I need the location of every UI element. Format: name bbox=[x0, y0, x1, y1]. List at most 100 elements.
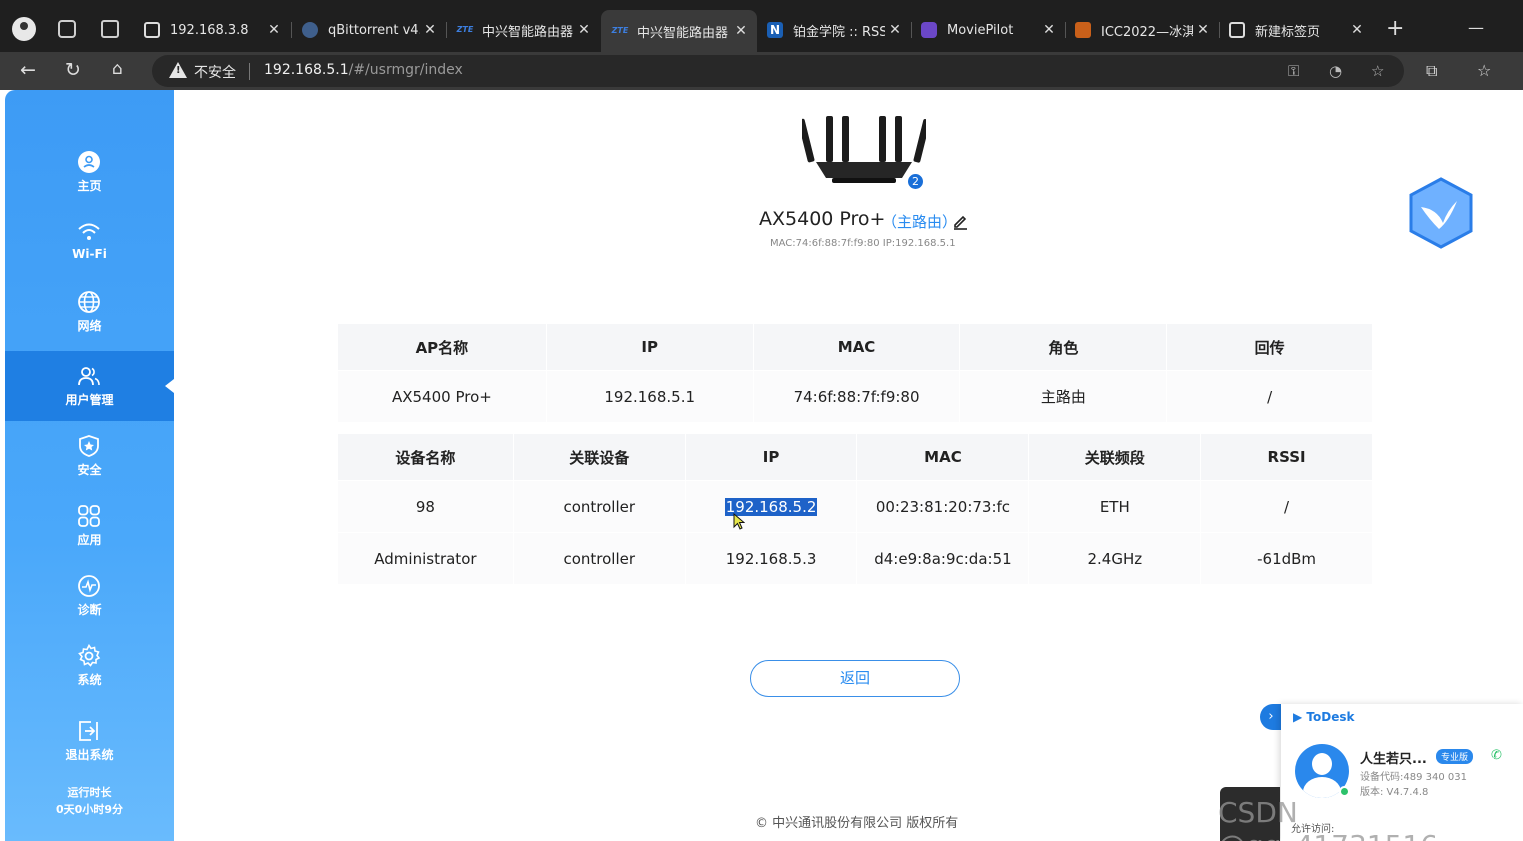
ap-backhaul-cell: / bbox=[1166, 370, 1373, 423]
address-bar[interactable]: 不安全 192.168.5.1/#/usrmgr/index ⚿ ◔ ☆ bbox=[152, 55, 1404, 87]
device-meta: MAC:74:6f:88:7f:f9:80 IP:192.168.5.1 bbox=[770, 238, 956, 249]
ap-table: AP名称 IP MAC 角色 回传 AX5400 Pro+ 192.168.5.… bbox=[337, 323, 1373, 423]
tab-title: 192.168.3.8 bbox=[170, 22, 249, 38]
sidebar-item-label: 系统 bbox=[77, 673, 102, 687]
close-icon[interactable]: ✕ bbox=[885, 22, 905, 38]
edit-icon[interactable] bbox=[952, 213, 969, 230]
ip-cell: 192.168.5.3 bbox=[684, 532, 858, 585]
csdn-watermark: CSDN @qq_41731516 bbox=[1218, 796, 1438, 841]
edge-refresh-icon[interactable]: ◔ bbox=[1329, 62, 1342, 80]
tab-title: MoviePilot bbox=[947, 22, 1014, 38]
new-tab-button[interactable]: + bbox=[1386, 16, 1404, 41]
col-header: IP bbox=[545, 323, 754, 371]
extensions-icon[interactable]: ⧉ bbox=[1426, 61, 1437, 81]
qbittorrent-icon bbox=[302, 22, 318, 38]
sidebar-item-user-management[interactable]: 用户管理 bbox=[5, 351, 174, 421]
sidebar-item-system[interactable]: 系统 bbox=[5, 631, 174, 701]
close-icon[interactable]: ✕ bbox=[1193, 22, 1213, 38]
refresh-icon[interactable]: ↻ bbox=[65, 59, 81, 81]
home-nav-icon[interactable]: ⌂ bbox=[112, 59, 123, 79]
browser-tab-strip: 192.168.3.8 ✕ qBittorrent v4.5. ✕ ZTE 中兴… bbox=[0, 0, 1523, 52]
sidebar-item-security[interactable]: 安全 bbox=[5, 421, 174, 491]
rssi-cell: -61dBm bbox=[1200, 532, 1373, 585]
ap-role-cell: 主路由 bbox=[959, 370, 1168, 423]
col-header: AP名称 bbox=[337, 323, 547, 371]
sidebar-item-label: 退出系统 bbox=[65, 748, 114, 762]
workspaces-icon[interactable] bbox=[58, 20, 76, 38]
tab-6[interactable]: MoviePilot ✕ bbox=[911, 14, 1065, 46]
sidebar-item-wifi[interactable]: Wi-Fi bbox=[5, 207, 174, 277]
tab-4-active[interactable]: ZTE 中兴智能路由器 ✕ bbox=[601, 10, 757, 52]
users-icon bbox=[78, 367, 100, 386]
col-header: 关联频段 bbox=[1028, 433, 1202, 481]
globe-icon bbox=[78, 291, 100, 313]
tab-5[interactable]: N 铂金学院 :: RSSI ✕ bbox=[757, 14, 911, 46]
sidebar-item-network[interactable]: 网络 bbox=[5, 277, 174, 347]
device-name: AX5400 Pro+ bbox=[759, 208, 886, 230]
tab-8[interactable]: 新建标签页 ✕ bbox=[1219, 14, 1373, 46]
back-button[interactable]: 返回 bbox=[750, 660, 960, 697]
sidebar-item-logout[interactable]: 退出系统 bbox=[5, 706, 174, 776]
profile-icon[interactable] bbox=[12, 17, 36, 41]
url-text[interactable]: 192.168.5.1/#/usrmgr/index bbox=[264, 62, 463, 78]
col-header: IP bbox=[684, 433, 858, 481]
minimize-button[interactable]: — bbox=[1468, 18, 1484, 37]
tab-2[interactable]: qBittorrent v4.5. ✕ bbox=[292, 14, 446, 46]
tab-title: ICC2022—冰淇 bbox=[1101, 24, 1193, 40]
tab-7[interactable]: ICC2022—冰淇 ✕ bbox=[1065, 14, 1219, 46]
col-header: 角色 bbox=[959, 323, 1168, 371]
pro-edition-badge: 专业版 bbox=[1436, 749, 1474, 764]
col-header: RSSI bbox=[1200, 433, 1373, 481]
linked-device-cell: controller bbox=[512, 532, 686, 585]
ap-ip-cell: 192.168.5.1 bbox=[545, 370, 754, 423]
back-arrow-icon[interactable]: ← bbox=[20, 59, 36, 81]
col-header: 关联设备 bbox=[512, 433, 686, 481]
security-label: 不安全 bbox=[194, 65, 236, 81]
todesk-logo-icon: ▶ bbox=[1293, 710, 1307, 724]
sidebar-item-diagnose[interactable]: 诊断 bbox=[5, 561, 174, 631]
ap-mac-cell: 74:6f:88:7f:f9:80 bbox=[752, 370, 961, 423]
app-bird-logo-icon[interactable] bbox=[1407, 177, 1475, 249]
rssi-cell: / bbox=[1200, 480, 1373, 533]
phone-icon[interactable]: ✆ bbox=[1491, 748, 1502, 763]
home-icon bbox=[78, 151, 100, 173]
ap-name-cell: AX5400 Pro+ bbox=[337, 370, 547, 423]
todesk-username: 人生若只... bbox=[1360, 752, 1427, 767]
favorites-icon[interactable]: ☆ bbox=[1477, 61, 1491, 80]
close-icon[interactable]: ✕ bbox=[420, 22, 440, 38]
todesk-collapse-chevron-icon[interactable]: › bbox=[1260, 704, 1282, 730]
uptime-label: 运行时长 bbox=[67, 786, 112, 799]
tab-title: 新建标签页 bbox=[1255, 24, 1321, 40]
favorite-star-icon[interactable]: ☆ bbox=[1371, 62, 1384, 80]
ip-cell[interactable]: 192.168.5.2 bbox=[684, 480, 858, 533]
key-icon[interactable]: ⚿ bbox=[1288, 62, 1299, 80]
close-icon[interactable]: ✕ bbox=[1039, 22, 1059, 38]
sidebar-item-label: 应用 bbox=[77, 533, 102, 547]
newtab-icon bbox=[1229, 22, 1245, 38]
tab-actions-icon[interactable] bbox=[101, 20, 119, 38]
sidebar-item-home[interactable]: 主页 bbox=[5, 137, 174, 207]
tab-1[interactable]: 192.168.3.8 ✕ bbox=[134, 14, 290, 46]
sidebar: 主页 Wi-Fi 网络 用户管理 安全 应用 诊断 系统 退出系统 运行时长 0… bbox=[5, 90, 174, 841]
icc-icon bbox=[1075, 22, 1091, 38]
linked-device-cell: controller bbox=[512, 480, 686, 533]
device-name-cell: Administrator bbox=[337, 532, 514, 585]
close-icon[interactable]: ✕ bbox=[574, 22, 594, 38]
tab-3[interactable]: ZTE 中兴智能路由器 ✕ bbox=[446, 14, 600, 46]
moviepilot-icon bbox=[921, 22, 937, 38]
zte-icon: ZTE bbox=[611, 26, 629, 35]
copyright-footer: © 中兴通讯股份有限公司 版权所有 bbox=[755, 816, 959, 831]
sidebar-item-label: 用户管理 bbox=[65, 393, 114, 407]
mac-cell: d4:e9:8a:9c:da:51 bbox=[856, 532, 1030, 585]
uptime-value: 0天0小时9分 bbox=[56, 803, 123, 816]
sidebar-item-apps[interactable]: 应用 bbox=[5, 491, 174, 561]
close-icon[interactable]: ✕ bbox=[264, 22, 284, 38]
table-row: 98 controller 192.168.5.2 00:23:81:20:73… bbox=[337, 480, 1373, 533]
close-icon[interactable]: ✕ bbox=[1347, 22, 1367, 38]
todesk-device-code: 设备代码:489 340 031 bbox=[1360, 772, 1467, 783]
mac-cell: 00:23:81:20:73:fc bbox=[856, 480, 1030, 533]
close-icon[interactable]: ✕ bbox=[731, 23, 751, 39]
device-role: （主路由） bbox=[882, 213, 958, 231]
table-row: AX5400 Pro+ 192.168.5.1 74:6f:88:7f:f9:8… bbox=[337, 370, 1373, 423]
mesh-count-badge: 2 bbox=[906, 172, 925, 191]
